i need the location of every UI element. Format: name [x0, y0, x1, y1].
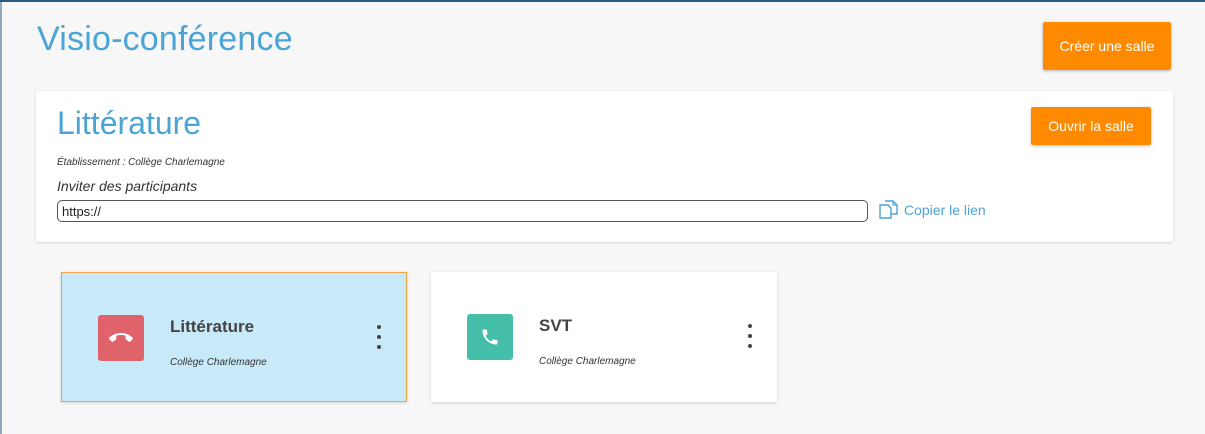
- more-options-icon[interactable]: [374, 325, 384, 349]
- window-edge: [0, 2, 2, 434]
- hang-up-phone-icon: [98, 315, 144, 361]
- copy-icon: [879, 200, 898, 219]
- invite-label: Inviter des participants: [57, 178, 198, 194]
- invite-link-field[interactable]: [57, 200, 868, 222]
- room-card[interactable]: SVT Collège Charlemagne: [431, 272, 777, 402]
- page-title: Visio-conférence: [37, 20, 293, 58]
- create-room-button[interactable]: Créer une salle: [1043, 22, 1171, 70]
- room-card[interactable]: Littérature Collège Charlemagne: [61, 272, 407, 402]
- copy-link-button[interactable]: Copier le lien: [878, 200, 986, 219]
- room-card-title: Littérature: [170, 317, 255, 336]
- room-card-school: Collège Charlemagne: [539, 356, 636, 367]
- room-card-school: Collège Charlemagne: [170, 357, 267, 368]
- school-label: Établissement : Collège Charlemagne: [57, 157, 225, 168]
- phone-icon: [467, 314, 513, 360]
- room-title: Littérature: [57, 105, 202, 141]
- open-room-button[interactable]: Ouvrir la salle: [1031, 107, 1151, 145]
- room-detail-panel: Littérature Ouvrir la salle Établissemen…: [36, 91, 1173, 242]
- copy-link-label: Copier le lien: [904, 201, 986, 218]
- more-options-icon[interactable]: [745, 324, 755, 348]
- room-card-title: SVT: [539, 316, 573, 335]
